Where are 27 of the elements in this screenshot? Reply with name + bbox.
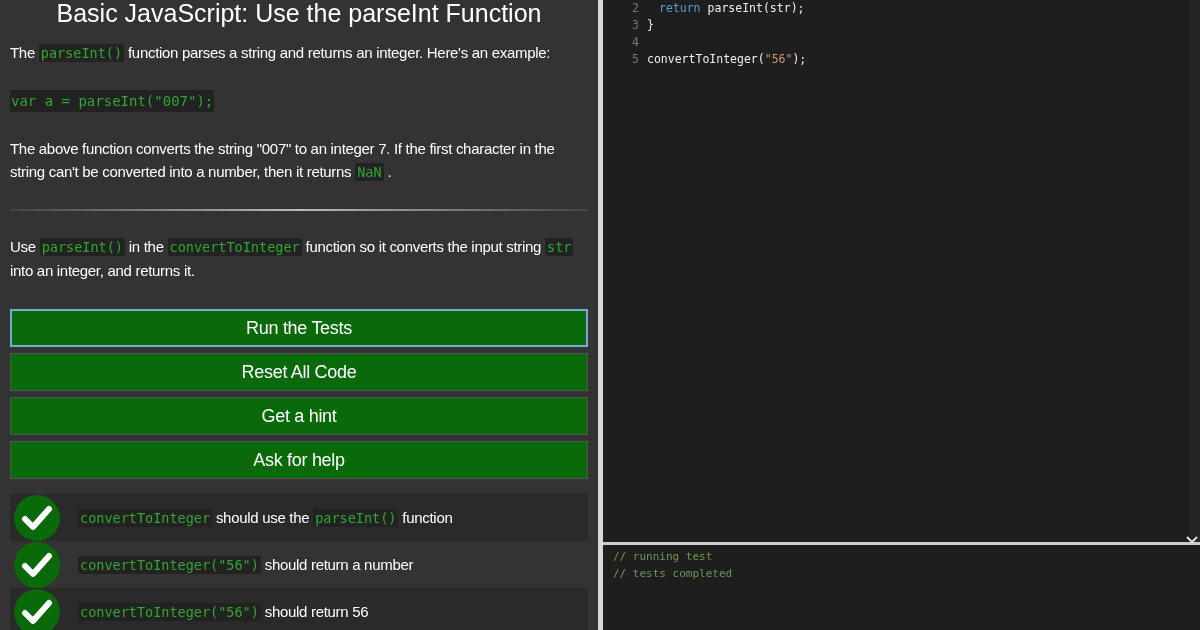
challenge-title: Basic JavaScript: Use the parseInt Function xyxy=(56,0,542,27)
description-text: The parseInt() function parses a string and returns an integer. Here's an example: xyxy=(10,43,551,64)
code-token: return xyxy=(659,1,701,15)
code-example: var a = parseInt("007"); xyxy=(10,90,215,112)
test-description: convertToInteger should use the parseInt() function xyxy=(78,509,453,526)
line-number: 5 xyxy=(631,51,640,68)
line-number: 4 xyxy=(631,34,640,51)
line-number: 2 xyxy=(631,0,640,17)
code-token: "56" xyxy=(764,52,793,66)
code-token: convertToInteger( xyxy=(647,52,765,66)
test-description: convertToInteger("56") should return 56 xyxy=(78,603,369,620)
action-button[interactable]: Get a hint xyxy=(10,397,588,435)
code-editor[interactable]: 2 return parseInt(str); 3 } 4 5 convertToInteger("56"); xyxy=(603,0,1200,542)
description-text: Use parseInt() in the convertToInteger function so it converts the input string str into an integer, and returns it. xyxy=(10,237,575,281)
code-token: } xyxy=(647,18,654,32)
action-button[interactable]: Run the Tests xyxy=(10,309,588,347)
action-button[interactable]: Reset All Code xyxy=(10,353,588,391)
description-text: The above function converts the string "007" to an integer 7. If the first character in the string can't be converted into a number, then it returns NaN . xyxy=(10,139,556,183)
code-token: ); xyxy=(792,52,807,66)
console-line: // tests completed xyxy=(613,566,734,582)
console-line: // running test xyxy=(613,549,714,565)
code-token: parseInt(str); xyxy=(707,1,805,15)
line-number: 3 xyxy=(631,17,640,34)
chevron-down-icon[interactable] xyxy=(1186,536,1198,544)
scrollbar[interactable] xyxy=(1190,0,1200,542)
test-description: convertToInteger("56") should return a number xyxy=(78,556,414,573)
action-button[interactable]: Ask for help xyxy=(10,441,588,479)
